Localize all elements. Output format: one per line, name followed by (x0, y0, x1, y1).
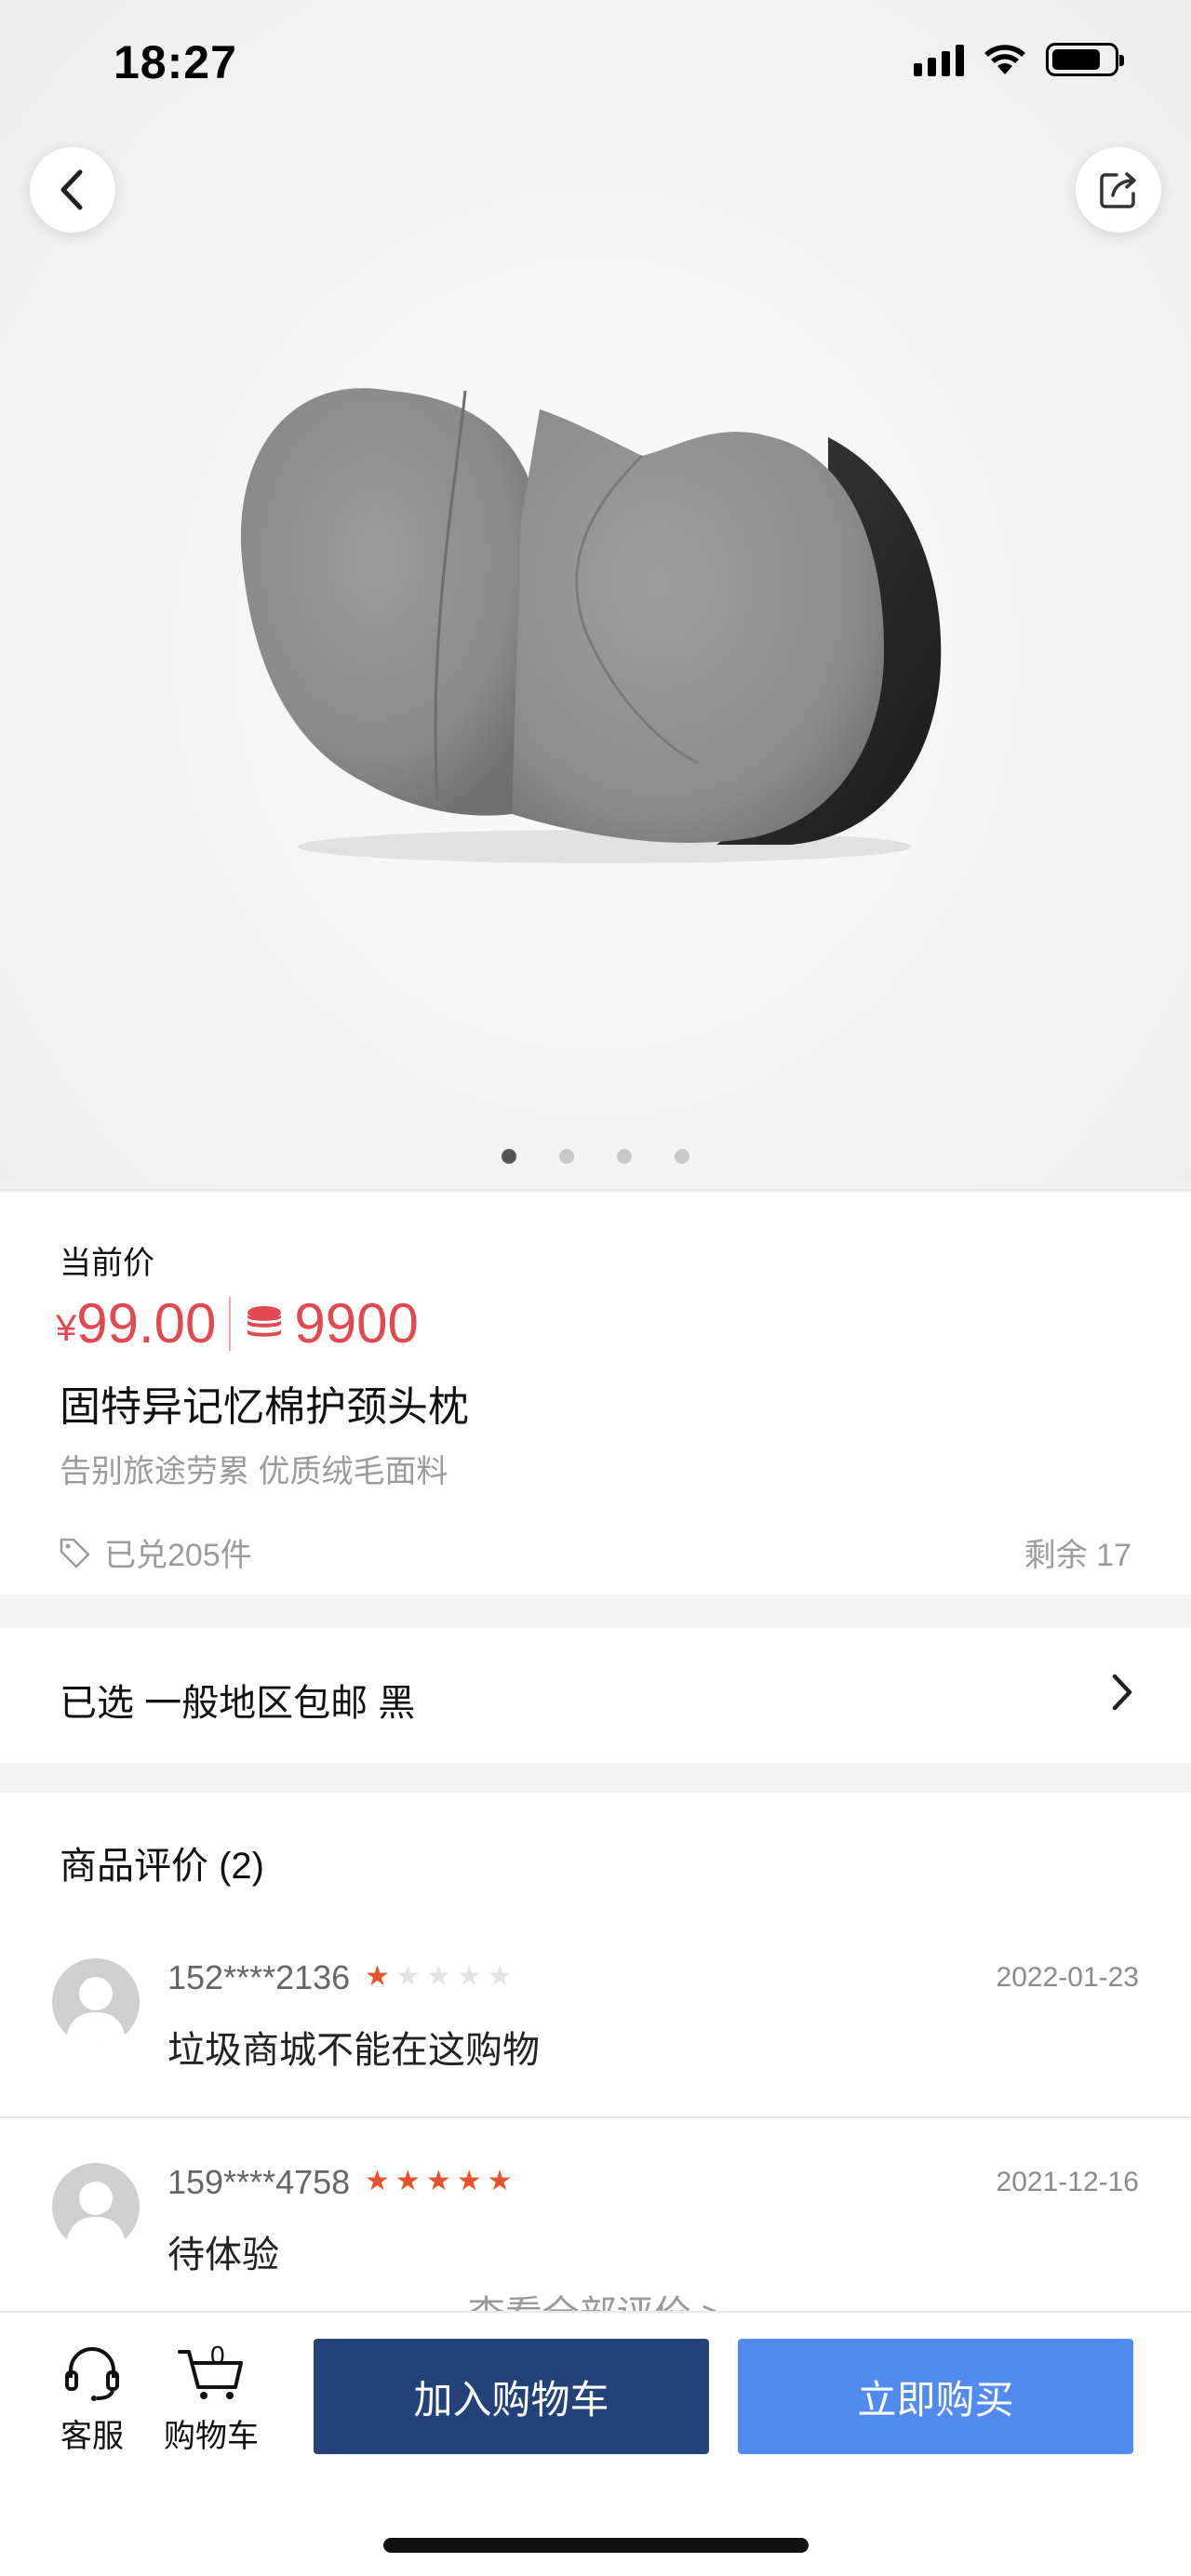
price-row: ¥ 99.00 9900 (56, 1291, 419, 1355)
gallery-dot[interactable] (559, 1149, 574, 1164)
share-icon (1100, 172, 1136, 208)
review-text: 垃圾商城不能在这购物 (167, 2030, 540, 2071)
gallery-dot[interactable] (502, 1149, 516, 1164)
product-image-gallery[interactable]: 18:27 (0, 0, 1191, 1191)
review-rating: ★ ★ ★ ★ ★ (365, 2165, 513, 2198)
star-icon: ★ (456, 2166, 482, 2196)
redeemed-text: 已兑205件 (104, 1538, 252, 1573)
review-username: 159****4758 (167, 2163, 351, 2201)
cart-label: 购物车 (164, 2419, 259, 2454)
avatar (52, 1958, 140, 2046)
tag-icon (60, 1538, 90, 1568)
reviews-section: 商品评价 (2) 152****2136 ★ ★ ★ ★ ★ 2022-01-23 垃圾… (0, 1793, 1191, 2314)
back-button[interactable] (30, 147, 115, 233)
wifi-icon (984, 45, 1025, 74)
share-button[interactable] (1076, 147, 1161, 233)
star-icon: ★ (487, 1961, 513, 1992)
coins-icon (248, 1305, 282, 1337)
bottom-action-bar: 客服 0 购物车 加入购物车 立即购买 (0, 2311, 1191, 2576)
status-bar-time: 18:27 (114, 36, 237, 88)
gallery-dot[interactable] (617, 1149, 632, 1164)
view-all-reviews-link[interactable]: 查看全部评价 > (0, 2284, 1191, 2314)
home-indicator (383, 2538, 809, 2553)
battery-icon (1046, 43, 1124, 76)
user-icon (65, 1977, 127, 2046)
currency-symbol: ¥ (56, 1308, 77, 1349)
stock-remaining: 剩余 17 (1024, 1538, 1131, 1573)
star-icon: ★ (425, 2166, 451, 2196)
avatar (52, 2163, 140, 2250)
points-value: 9900 (294, 1292, 419, 1355)
price-value: 99.00 (76, 1292, 217, 1355)
price-divider (229, 1296, 232, 1351)
product-detail-page: 18:27 当前价 ¥ 99.00 9900 固特异记忆棉护颈头枕 告别旅途劳累… (0, 0, 1191, 2576)
chevron-right-icon (1112, 1674, 1132, 1711)
star-icon: ★ (365, 2166, 390, 2196)
review-date: 2022-01-23 (996, 1962, 1139, 1993)
status-bar-icons (914, 43, 1124, 76)
product-image-pillow (240, 388, 942, 863)
add-to-cart-button[interactable]: 加入购物车 (314, 2339, 709, 2454)
product-title: 固特异记忆棉护颈头枕 (60, 1384, 469, 1430)
star-icon: ★ (395, 1961, 421, 1992)
customer-service-button[interactable]: 客服 (41, 2344, 143, 2456)
gallery-dot[interactable] (675, 1149, 689, 1164)
current-price-label: 当前价 (60, 1246, 154, 1281)
star-icon: ★ (365, 1961, 390, 1992)
user-icon (65, 2182, 127, 2250)
review-item: 152****2136 ★ ★ ★ ★ ★ 2022-01-23 垃圾商城不能在这购物 (0, 1932, 1191, 2118)
product-subtitle: 告别旅途劳累 优质绒毛面料 (60, 1454, 448, 1489)
buy-now-button[interactable]: 立即购买 (738, 2339, 1133, 2454)
review-rating: ★ ★ ★ ★ ★ (365, 1960, 513, 1994)
spec-selection-row[interactable]: 已选 一般地区包邮 黑 (0, 1628, 1191, 1763)
review-text: 待体验 (167, 2235, 279, 2276)
chevron-left-icon (60, 169, 83, 210)
star-icon: ★ (487, 2166, 513, 2196)
reviews-title: 商品评价 (2) (60, 1846, 264, 1887)
gallery-pagination (0, 1149, 1191, 1164)
star-icon: ★ (456, 1961, 482, 1992)
selected-spec-text: 已选 一般地区包邮 黑 (60, 1683, 416, 1724)
product-info-section: 当前价 ¥ 99.00 9900 固特异记忆棉护颈头枕 告别旅途劳累 优质绒毛面… (0, 1193, 1191, 1595)
cellular-signal-icon (914, 43, 964, 76)
star-icon: ★ (425, 1961, 451, 1992)
headset-icon (65, 2347, 119, 2401)
cart-button[interactable]: 0 购物车 (160, 2341, 262, 2456)
star-icon: ★ (395, 2166, 421, 2196)
customer-service-label: 客服 (60, 2419, 124, 2454)
cart-count-badge: 0 (210, 2341, 225, 2369)
review-username: 152****2136 (167, 1958, 351, 1996)
redeemed-count: 已兑205件 (58, 1529, 252, 1575)
review-date: 2021-12-16 (996, 2167, 1139, 2197)
